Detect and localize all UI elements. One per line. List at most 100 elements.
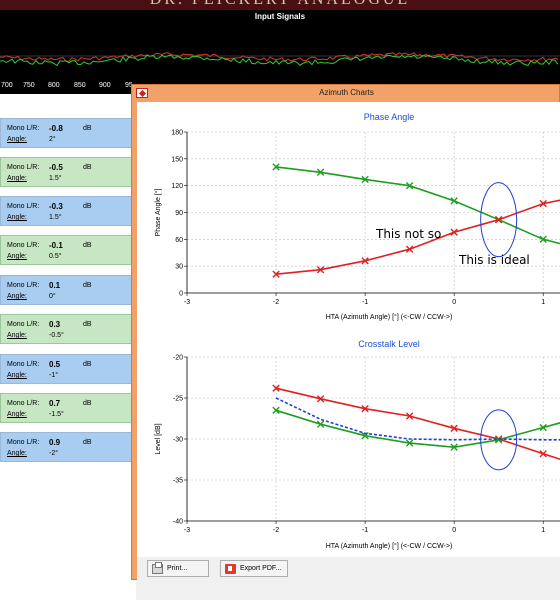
x-tick-label: -1 [362, 299, 368, 306]
angle-value: -0.5° [49, 332, 64, 339]
mono-label: Mono L/R: [7, 164, 40, 171]
export-pdf-button[interactable]: Export PDF... [220, 560, 288, 577]
signals-tick: 900 [99, 82, 111, 89]
mono-row[interactable]: Mono L/R: 0.3 dB Angle: -0.5° [0, 314, 134, 344]
signals-tick: 750 [23, 82, 35, 89]
y-axis-label: Level [dB] [155, 423, 162, 454]
window-title: Azimuth Charts [319, 88, 374, 97]
pdf-icon [225, 563, 236, 574]
brand-title: DR. FEICKERT ANALOGUE [0, 0, 560, 9]
y-tick-label: -25 [173, 396, 183, 403]
series-line [275, 409, 560, 449]
angle-value: 1.5° [49, 175, 62, 182]
mono-row[interactable]: Mono L/R: -0.1 dB Angle: 0.5° [0, 235, 134, 265]
mono-unit: dB [83, 400, 92, 407]
y-tick-label: -30 [173, 437, 183, 444]
x-tick-label: -3 [184, 299, 190, 306]
mono-rows-panel: Mono L/R: -0.8 dB Angle: 2° Mono L/R: -0… [0, 94, 136, 600]
mono-value: -0.5 [49, 163, 63, 172]
window-titlebar[interactable]: Azimuth Charts [132, 85, 560, 101]
angle-value: 1.5° [49, 214, 62, 221]
y-tick-label: 60 [175, 237, 183, 244]
signals-bg [0, 20, 560, 88]
mono-row[interactable]: Mono L/R: -0.3 dB Angle: 1.5° [0, 196, 134, 226]
mono-value: -0.1 [49, 241, 63, 250]
x-tick-label: 1 [541, 527, 545, 534]
angle-value: 2° [49, 136, 56, 143]
mono-unit: dB [83, 125, 92, 132]
angle-value: -1° [49, 372, 59, 379]
mono-row[interactable]: Mono L/R: 0.5 dB Angle: -1° [0, 354, 134, 384]
azimuth-charts-window: Azimuth Charts 0 30 60 90 120 150 180 -3 -2 -1 0 1 P… [131, 84, 560, 581]
print-button[interactable]: Print... [147, 560, 209, 577]
mono-value: 0.9 [49, 438, 61, 447]
mono-value: 0.1 [49, 281, 61, 290]
app-root: DR. FEICKERT ANALOGUE Input Signals 700 … [0, 0, 560, 600]
y-tick-label: 120 [171, 183, 183, 190]
y-tick-label: -35 [173, 478, 183, 485]
signals-tick: 850 [74, 82, 86, 89]
angle-label: Angle: [7, 332, 27, 339]
angle-value: -2° [49, 450, 59, 457]
x-tick-label: -3 [184, 527, 190, 534]
mono-row[interactable]: Mono L/R: -0.5 dB Angle: 1.5° [0, 157, 134, 187]
angle-label: Angle: [7, 136, 27, 143]
y-tick-label: 30 [175, 264, 183, 271]
angle-label: Angle: [7, 450, 27, 457]
y-tick-label: 90 [175, 210, 183, 217]
print-label: Print... [167, 565, 188, 572]
y-tick-label: 150 [171, 156, 183, 163]
mono-label: Mono L/R: [7, 400, 40, 407]
x-tick-label: 0 [452, 299, 456, 306]
charts-area: 0 30 60 90 120 150 180 -3 -2 -1 0 1 Phase Angle HTA (… [137, 102, 560, 557]
x-tick-label: 0 [452, 527, 456, 534]
angle-label: Angle: [7, 411, 27, 418]
mono-value: 0.7 [49, 399, 61, 408]
angle-value: 0.5° [49, 253, 62, 260]
angle-value: 0° [49, 293, 56, 300]
mono-row[interactable]: Mono L/R: 0.9 dB Angle: -2° [0, 432, 134, 462]
y-tick-label: -20 [173, 355, 183, 362]
mono-label: Mono L/R: [7, 439, 40, 446]
angle-label: Angle: [7, 175, 27, 182]
mono-unit: dB [83, 439, 92, 446]
x-tick-label: 1 [541, 299, 545, 306]
mono-row[interactable]: Mono L/R: 0.7 dB Angle: -1.5° [0, 393, 134, 423]
mono-label: Mono L/R: [7, 321, 40, 328]
angle-label: Angle: [7, 253, 27, 260]
chart-title: Crosstalk Level [358, 339, 420, 349]
mono-row[interactable]: Mono L/R: -0.8 dB Angle: 2° [0, 118, 134, 148]
mono-label: Mono L/R: [7, 361, 40, 368]
y-tick-label: -40 [173, 519, 183, 526]
printer-icon [152, 561, 163, 574]
window-footer: Print... Export PDF... [137, 557, 560, 581]
mono-value: -0.8 [49, 124, 63, 133]
annotation-not-so: This not so [375, 227, 441, 241]
y-tick-label: 0 [179, 291, 183, 298]
x-axis-label: HTA (Azimuth Angle) [°] (<-CW / CCW->) [326, 313, 453, 321]
signals-title: Input Signals [254, 12, 306, 21]
angle-label: Angle: [7, 372, 27, 379]
brand-strip: DR. FEICKERT ANALOGUE [0, 0, 560, 10]
mono-row[interactable]: Mono L/R: 0.1 dB Angle: 0° [0, 275, 134, 305]
mono-unit: dB [83, 282, 92, 289]
mono-unit: dB [83, 242, 92, 249]
x-tick-label: -2 [273, 299, 279, 306]
x-tick-label: -1 [362, 527, 368, 534]
mono-label: Mono L/R: [7, 242, 40, 249]
x-tick-label: -2 [273, 527, 279, 534]
mono-unit: dB [83, 321, 92, 328]
y-tick-label: 180 [171, 130, 183, 137]
signals-ticks: 700 750 800 850 900 95 [0, 80, 140, 94]
x-axis-label: HTA (Azimuth Angle) [°] (<-CW / CCW->) [326, 542, 453, 550]
signals-tick: 800 [48, 82, 60, 89]
mono-label: Mono L/R: [7, 125, 40, 132]
signals-tick: 700 [1, 82, 13, 89]
mono-value: -0.3 [49, 202, 63, 211]
chart-title: Phase Angle [364, 112, 415, 122]
annotation-ideal: This is ideal [458, 253, 530, 267]
y-axis-label: Phase Angle [°] [154, 188, 162, 236]
mono-label: Mono L/R: [7, 203, 40, 210]
angle-label: Angle: [7, 293, 27, 300]
mono-value: 0.5 [49, 360, 61, 369]
